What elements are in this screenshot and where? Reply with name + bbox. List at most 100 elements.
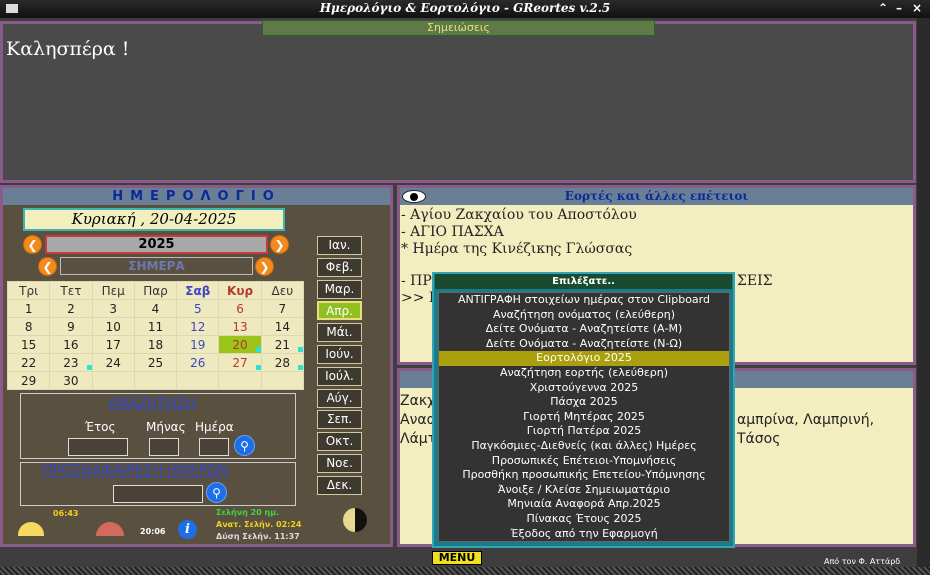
day-cell[interactable]: 17 [91,335,135,354]
prev-month-arrow-icon[interactable]: ❮ [38,257,57,276]
search-icon[interactable]: ⚲ [206,482,227,503]
notes-panel[interactable] [0,21,916,183]
menu-button[interactable]: MENU [432,551,482,565]
day-cell[interactable]: 12 [176,317,220,336]
minimize-icon[interactable]: – [896,1,902,15]
window-titlebar: Ημερολόγιο & Εορτολόγιο - GReortes v.2.5… [0,0,930,18]
maximize-icon[interactable]: ⌃ [878,1,888,15]
day-cell[interactable]: 3 [91,299,135,318]
next-year-arrow-icon[interactable]: ❯ [270,235,289,254]
moon-phase-icon [343,508,367,532]
notes-text[interactable]: Καλησπέρα ! [6,38,129,60]
day-cell[interactable]: 28 [260,353,305,372]
day-cell[interactable]: 27 [218,353,262,372]
today-day-cell[interactable]: 20 [218,335,262,354]
day-cell[interactable]: 21 [260,335,305,354]
day-number: 20 [232,337,248,352]
eye-icon[interactable] [402,190,426,203]
next-month-arrow-icon[interactable]: ❯ [255,257,274,276]
day-cell[interactable]: 15 [6,335,51,354]
menu-item-names-n-o[interactable]: Δείτε Ονόματα - Αναζητείστε (Ν-Ω) [439,337,729,352]
menu-item-feast-calendar[interactable]: Εορτολόγιο 2025 [439,351,729,366]
info-icon[interactable]: i [178,520,197,539]
event-line: ΣΕΙΣ [737,273,773,289]
today-button[interactable]: ΣΗΜΕΡΑ [60,257,253,275]
search-title[interactable]: ΑΝΑΖΗΤΗΣΗ [108,396,196,412]
sunset-time: 20:06 [140,527,166,536]
day-cell [260,371,305,390]
day-cell[interactable]: 18 [133,335,178,354]
days-input[interactable] [113,485,203,503]
day-cell[interactable]: 16 [49,335,93,354]
menu-item-easter[interactable]: Πάσχα 2025 [439,395,729,410]
month-button-jan[interactable]: Ιαν. [317,236,362,255]
event-marker [86,365,92,370]
event-marker [255,347,261,352]
menu-item-fathers-day[interactable]: Γιορτή Πατέρα 2025 [439,424,729,439]
month-button-aug[interactable]: Αύγ. [317,389,362,408]
day-cell [218,371,262,390]
day-cell[interactable]: 23 [49,353,93,372]
search-icon[interactable]: ⚲ [234,435,255,456]
day-cell[interactable]: 11 [133,317,178,336]
name-line: Τάσος [737,431,781,447]
year-input[interactable] [68,438,128,456]
day-cell[interactable]: 2 [49,299,93,318]
menu-item-monthly-report[interactable]: Μηνιαία Αναφορά Απρ.2025 [439,497,729,512]
bottom-hatch [0,567,930,575]
menu-item-exit[interactable]: Έξοδος από την Εφαρμογή [439,527,729,542]
day-cell[interactable]: 19 [176,335,220,354]
day-cell[interactable]: 13 [218,317,262,336]
month-button-nov[interactable]: Νοε. [317,454,362,473]
menu-item-copy-clipboard[interactable]: ΑΝΤΙΓΡΑΦΗ στοιχείων ημέρας στον Clipboar… [439,293,729,308]
month-button-mar[interactable]: Μαρ. [317,280,362,299]
day-cell[interactable]: 14 [260,317,305,336]
month-button-oct[interactable]: Οκτ. [317,432,362,451]
close-icon[interactable]: × [912,1,922,15]
day-cell[interactable]: 9 [49,317,93,336]
day-cell[interactable]: 26 [176,353,220,372]
notes-header: Σημειώσεις [262,20,655,36]
day-cell[interactable]: 6 [218,299,262,318]
addsub-title[interactable]: ΠΡΟΣΘΑΦΑΙΡΕΣΗ ΗΜΕΡΩΝ [42,463,228,479]
menu-item-search-name[interactable]: Αναζήτηση ονόματος (ελεύθερη) [439,308,729,323]
day-cell[interactable]: 5 [176,299,220,318]
day-number: 21 [274,337,290,352]
day-number: 23 [63,355,79,370]
menu-item-toggle-notes[interactable]: Άνοιξε / Κλείσε Σημειωματάριο [439,483,729,498]
menu-item-year-table[interactable]: Πίνακας Έτους 2025 [439,512,729,527]
menu-item-world-days[interactable]: Παγκόσμιες-Διεθνείς (και άλλες) Ημέρες [439,439,729,454]
day-cell[interactable]: 24 [91,353,135,372]
events-header: Εορτές και άλλες επέτειοι [400,188,913,205]
menu-item-search-feast[interactable]: Αναζήτηση εορτής (ελεύθερη) [439,366,729,381]
month-button-sep[interactable]: Σεπ. [317,410,362,429]
menu-item-christmas[interactable]: Χριστούγεννα 2025 [439,381,729,396]
month-button-dec[interactable]: Δεκ. [317,476,362,495]
event-marker [255,365,261,370]
name-line: Ζακχ [400,393,436,409]
day-cell[interactable]: 10 [91,317,135,336]
day-input[interactable] [199,438,229,456]
day-cell[interactable]: 1 [6,299,51,318]
month-input[interactable] [149,438,179,456]
month-button-may[interactable]: Μάι. [317,323,362,342]
month-button-feb[interactable]: Φεβ. [317,258,362,277]
prev-year-arrow-icon[interactable]: ❮ [23,235,42,254]
day-cell[interactable]: 4 [133,299,178,318]
day-cell[interactable]: 25 [133,353,178,372]
day-cell[interactable]: 22 [6,353,51,372]
month-button-apr[interactable]: Απρ. [317,301,362,320]
menu-item-names-a-m[interactable]: Δείτε Ονόματα - Αναζητείστε (Α-Μ) [439,322,729,337]
menu-item-mothers-day[interactable]: Γιορτή Μητέρας 2025 [439,410,729,425]
month-button-jul[interactable]: Ιούλ. [317,367,362,386]
event-marker [298,347,303,352]
month-button-jun[interactable]: Ιούν. [317,345,362,364]
day-cell[interactable]: 8 [6,317,51,336]
day-cell[interactable]: 29 [6,371,51,390]
menu-item-add-reminder[interactable]: Προσθήκη προσωπικής Επετείου-Υπόμνησης [439,468,729,483]
menu-item-personal-reminders[interactable]: Προσωπικές Επέτειοι-Υπομνήσεις [439,454,729,469]
window-title: Ημερολόγιο & Εορτολόγιο - GReortes v.2.5 [319,1,611,15]
day-cell[interactable]: 30 [49,371,93,390]
year-display: 2025 [45,235,268,254]
day-cell[interactable]: 7 [260,299,305,318]
